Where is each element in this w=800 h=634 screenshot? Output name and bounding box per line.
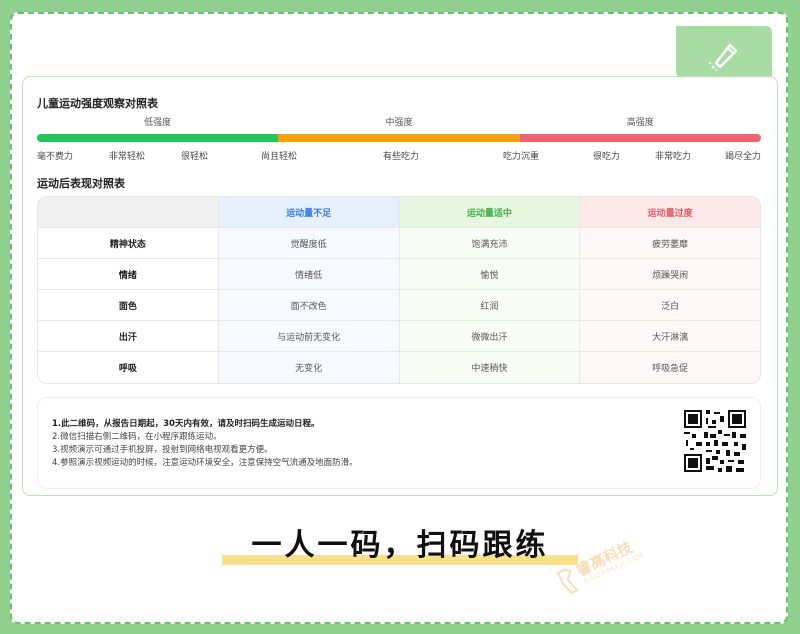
performance-table: 运动量不足 运动量适中 运动量过度 精神状态 觉醒度低 饱满充沛 疲劳萎靡 情绪… [37, 196, 761, 384]
note-line: 3.视频演示可通过手机投屏，投射到网络电视观看更方便。 [52, 445, 273, 455]
table-cell: 泛白 [580, 290, 760, 320]
bar-segment-medium [278, 134, 520, 142]
tick-label: 尚且轻松 [261, 152, 298, 162]
row-label: 情绪 [38, 259, 219, 289]
bar-segment-low [37, 134, 279, 142]
note-line: 2.微信扫描右侧二维码，在小程序跟练运动。 [52, 432, 222, 442]
tick-label: 非常轻松 [109, 152, 146, 162]
header-blank [38, 197, 219, 227]
table-cell: 饱满充沛 [399, 228, 581, 258]
table-cell: 烦躁哭闹 [580, 259, 760, 289]
slogan: 一人一码，扫码跟练 [251, 528, 549, 563]
table-cell: 面不改色 [218, 290, 400, 320]
header-excessive: 运动量过度 [580, 197, 760, 227]
tick-label: 很轻松 [181, 152, 209, 162]
row-label: 呼吸 [38, 352, 219, 383]
tick-label: 有些吃力 [383, 152, 420, 162]
table-row: 情绪 情绪低 愉悦 烦躁哭闹 [38, 259, 760, 290]
table-row: 出汗 与运动前无变化 微微出汗 大汗淋漓 [38, 321, 760, 352]
table-cell: 无变化 [218, 352, 400, 383]
tick-label: 非常吃力 [655, 152, 692, 162]
row-label: 精神状态 [38, 228, 219, 258]
qr-code-icon[interactable] [682, 408, 748, 474]
table-row: 面色 面不改色 红润 泛白 [38, 290, 760, 321]
pen-icon [709, 43, 738, 71]
level-low: 低强度 [144, 118, 172, 128]
row-label: 面色 [38, 290, 219, 320]
row-label: 出汗 [38, 321, 219, 351]
tick-label: 竭尽全力 [725, 152, 762, 162]
intensity-ticks: 毫不费力 非常轻松 很轻松 尚且轻松 有些吃力 吃力沉重 很吃力 非常吃力 竭尽… [37, 149, 762, 162]
table-cell: 呼吸急促 [580, 352, 760, 383]
note-line: 1.此二维码，从报告日期起，30天内有效，请及时扫码生成运动日程。 [52, 419, 320, 429]
tick-label: 吃力沉重 [503, 152, 540, 162]
notes-box: 1.此二维码，从报告日期起，30天内有效，请及时扫码生成运动日程。 2.微信扫描… [37, 397, 761, 489]
tick-label: 毫不费力 [37, 152, 74, 162]
table-cell: 疲劳萎靡 [580, 228, 760, 258]
report-card: 儿童运动强度观察对照表 低强度 中强度 高强度 毫不费力 非常轻松 很轻松 尚且… [22, 76, 778, 496]
tick-label: 很吃力 [593, 152, 621, 162]
header-insufficient: 运动量不足 [218, 197, 400, 227]
note-line: 4.参照演示视频运动的时候，注意运动环境安全，注意保持空气流通及地面防滑。 [52, 458, 358, 468]
level-medium: 中强度 [385, 118, 413, 128]
table-cell: 愉悦 [399, 259, 581, 289]
intensity-bar [37, 134, 761, 142]
table-cell: 觉醒度低 [218, 228, 400, 258]
table-cell: 中速稍快 [399, 352, 581, 383]
notes-list: 1.此二维码，从报告日期起，30天内有效，请及时扫码生成运动日程。 2.微信扫描… [52, 418, 358, 470]
performance-title: 运动后表现对照表 [37, 177, 125, 190]
table-cell: 情绪低 [218, 259, 400, 289]
table-row: 呼吸 无变化 中速稍快 呼吸急促 [38, 352, 760, 383]
intensity-title: 儿童运动强度观察对照表 [37, 97, 158, 110]
table-cell: 大汗淋漓 [580, 321, 760, 351]
table-header-row: 运动量不足 运动量适中 运动量过度 [38, 197, 760, 228]
header-moderate: 运动量适中 [399, 197, 581, 227]
level-high: 高强度 [626, 118, 654, 128]
bar-segment-high [519, 134, 761, 142]
table-cell: 与运动前无变化 [218, 321, 400, 351]
intensity-levels: 低强度 中强度 高强度 [37, 115, 761, 128]
table-cell: 微微出汗 [399, 321, 581, 351]
table-row: 精神状态 觉醒度低 饱满充沛 疲劳萎靡 [38, 228, 760, 259]
table-cell: 红润 [399, 290, 581, 320]
